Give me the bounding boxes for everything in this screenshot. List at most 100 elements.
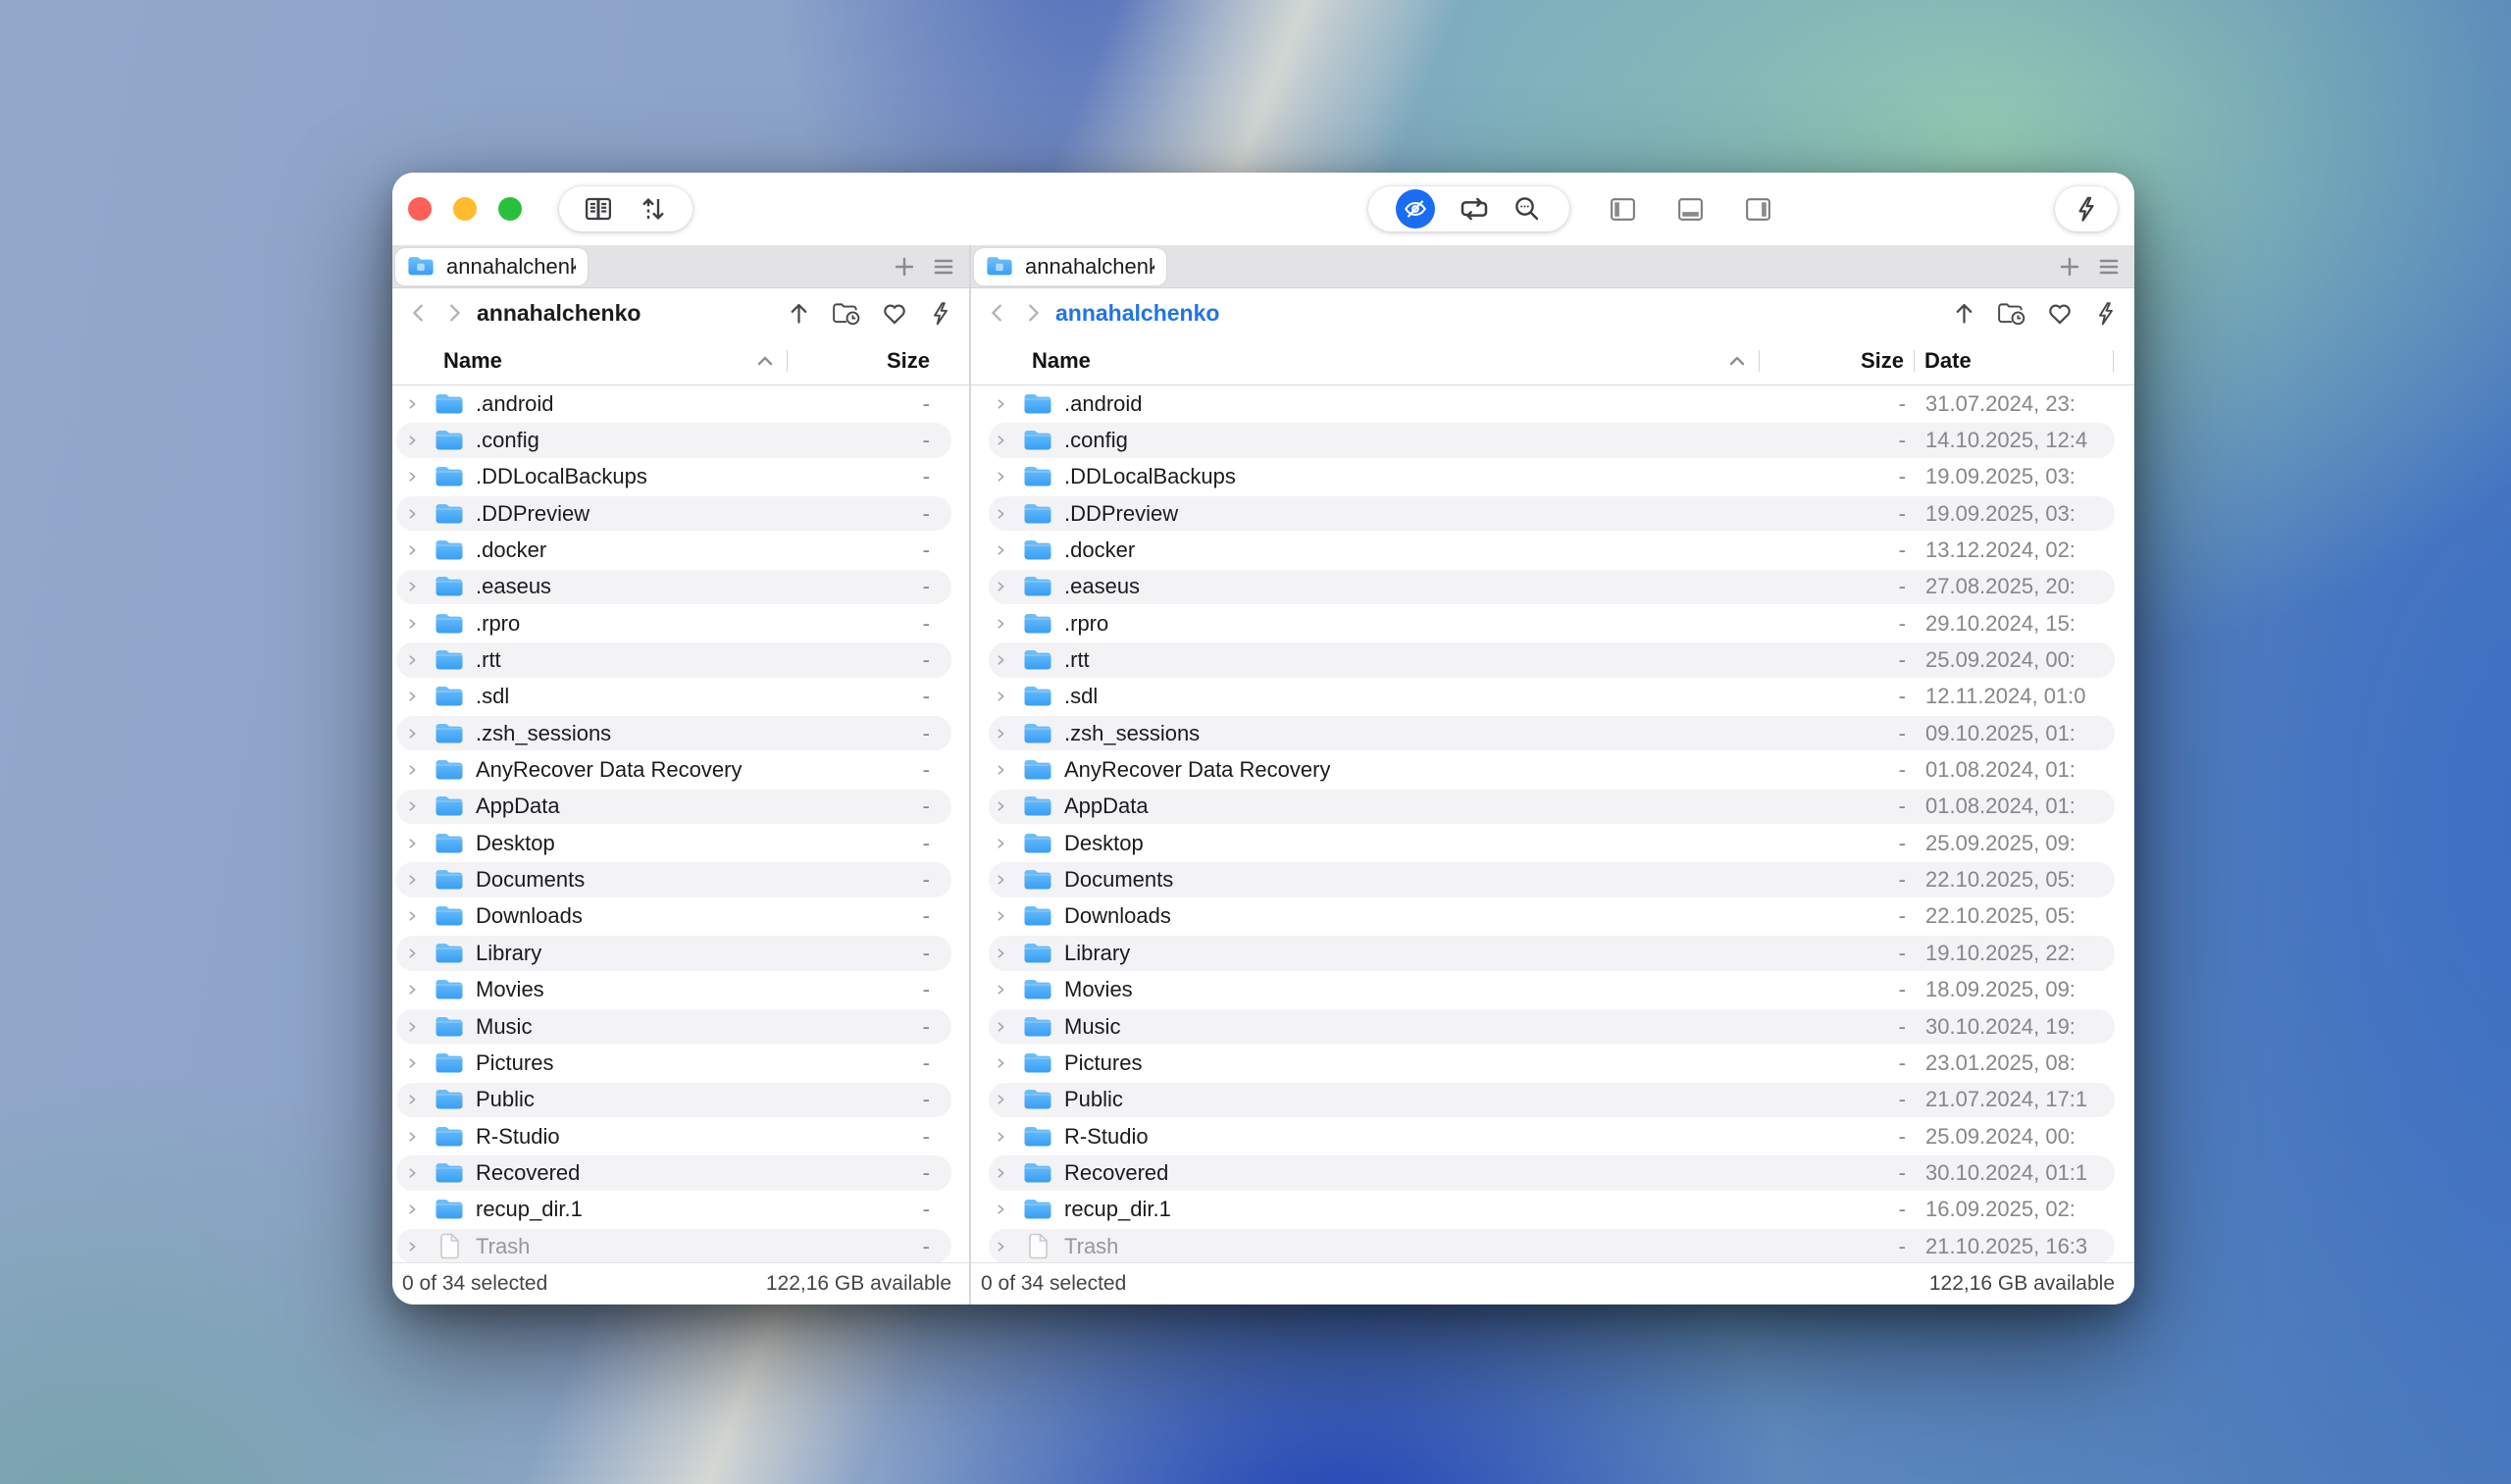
column-size[interactable]: Size [788, 348, 930, 374]
disclosure-chevron-icon[interactable] [995, 1092, 1007, 1107]
disclosure-chevron-icon[interactable] [406, 579, 419, 594]
new-tab-plus-icon[interactable] [2058, 255, 2081, 279]
favorites-heart-icon[interactable] [881, 300, 908, 327]
file-row[interactable]: Pictures - [392, 1045, 969, 1081]
panel-right-icon[interactable] [1743, 194, 1773, 225]
disclosure-chevron-icon[interactable] [406, 1092, 419, 1107]
file-row[interactable]: Desktop - 25.09.2025, 09: [971, 825, 2134, 861]
disclosure-chevron-icon[interactable] [406, 836, 419, 851]
file-row[interactable]: .rtt - [392, 641, 969, 678]
repeat-icon[interactable] [1459, 193, 1490, 225]
disclosure-chevron-icon[interactable] [995, 1055, 1007, 1071]
file-row[interactable]: Desktop - [392, 825, 969, 861]
search-options-icon[interactable] [1512, 194, 1542, 224]
column-name[interactable]: Name [392, 348, 755, 374]
file-row[interactable]: AppData - [392, 789, 969, 825]
disclosure-chevron-icon[interactable] [406, 469, 419, 485]
file-row[interactable]: .zsh_sessions - [392, 715, 969, 751]
file-row[interactable]: .config - [392, 422, 969, 458]
file-row[interactable]: Music - 30.10.2024, 19: [971, 1008, 2134, 1045]
disclosure-chevron-icon[interactable] [406, 726, 419, 742]
file-row[interactable]: Documents - [392, 861, 969, 897]
file-row[interactable]: .rtt - 25.09.2024, 00: [971, 641, 2134, 678]
column-name[interactable]: Name [971, 348, 1727, 374]
disclosure-chevron-icon[interactable] [406, 506, 419, 522]
file-row[interactable]: recup_dir.1 - 16.09.2025, 02: [971, 1192, 2134, 1228]
column-size[interactable]: Size [1760, 348, 1914, 374]
file-row[interactable]: AnyRecover Data Recovery - 01.08.2024, 0… [971, 751, 2134, 788]
file-row[interactable]: Movies - 18.09.2025, 09: [971, 972, 2134, 1008]
file-row[interactable]: Downloads - 22.10.2025, 05: [971, 898, 2134, 935]
file-row[interactable]: recup_dir.1 - [392, 1192, 969, 1228]
file-row[interactable]: .zsh_sessions - 09.10.2025, 01: [971, 715, 2134, 751]
disclosure-chevron-icon[interactable] [995, 506, 1007, 522]
disclosure-chevron-icon[interactable] [995, 579, 1007, 594]
minimize-button[interactable] [453, 197, 477, 221]
disclosure-chevron-icon[interactable] [995, 1129, 1007, 1145]
disclosure-chevron-icon[interactable] [406, 762, 419, 778]
disclosure-chevron-icon[interactable] [995, 982, 1007, 998]
file-row[interactable]: .DDLocalBackups - 19.09.2025, 03: [971, 459, 2134, 495]
disclosure-chevron-icon[interactable] [995, 469, 1007, 485]
quick-actions-lightning-icon[interactable] [2093, 300, 2119, 327]
file-row[interactable]: Recovered - [392, 1154, 969, 1191]
file-row[interactable]: .DDPreview - [392, 495, 969, 532]
file-row[interactable]: .rpro - 29.10.2024, 15: [971, 605, 2134, 641]
recent-folders-icon[interactable] [1997, 300, 2026, 327]
favorites-heart-icon[interactable] [2046, 300, 2074, 327]
disclosure-chevron-icon[interactable] [406, 946, 419, 961]
disclosure-chevron-icon[interactable] [406, 1055, 419, 1071]
file-row[interactable]: R-Studio - 25.09.2024, 00: [971, 1118, 2134, 1154]
file-row[interactable]: .easeus - 27.08.2025, 20: [971, 569, 2134, 605]
file-row[interactable]: Downloads - [392, 898, 969, 935]
disclosure-chevron-icon[interactable] [995, 542, 1007, 558]
file-row[interactable]: .config - 14.10.2025, 12:4 [971, 422, 2134, 458]
current-folder-title[interactable]: annahalchenko [1055, 300, 1219, 327]
disclosure-chevron-icon[interactable] [995, 689, 1007, 704]
file-row[interactable]: Trash - 21.10.2025, 16:3 [971, 1228, 2134, 1262]
file-row[interactable]: Recovered - 30.10.2024, 01:1 [971, 1154, 2134, 1191]
file-row[interactable]: .DDLocalBackups - [392, 459, 969, 495]
tab-annahalchenko[interactable]: annahalchenko [395, 248, 588, 285]
file-row[interactable]: Trash - [392, 1228, 969, 1262]
disclosure-chevron-icon[interactable] [406, 798, 419, 814]
zoom-button[interactable] [498, 197, 522, 221]
sort-order-icon[interactable] [639, 194, 668, 224]
disclosure-chevron-icon[interactable] [995, 433, 1007, 448]
disclosure-chevron-icon[interactable] [995, 1202, 1007, 1217]
file-row[interactable]: Library - 19.10.2025, 22: [971, 935, 2134, 971]
file-row[interactable]: Pictures - 23.01.2025, 08: [971, 1045, 2134, 1081]
tab-list-icon[interactable] [2097, 255, 2121, 279]
disclosure-chevron-icon[interactable] [406, 872, 419, 888]
forward-icon[interactable] [1022, 300, 1044, 326]
disclosure-chevron-icon[interactable] [406, 1239, 419, 1254]
file-row[interactable]: Public - [392, 1082, 969, 1118]
tab-list-icon[interactable] [932, 255, 955, 279]
disclosure-chevron-icon[interactable] [406, 1202, 419, 1217]
panel-left-icon[interactable] [1608, 194, 1638, 225]
close-button[interactable] [408, 197, 432, 221]
panel-bottom-icon[interactable] [1675, 194, 1706, 225]
forward-icon[interactable] [443, 300, 465, 326]
back-icon[interactable] [408, 300, 430, 326]
disclosure-chevron-icon[interactable] [995, 1165, 1007, 1181]
disclosure-chevron-icon[interactable] [995, 836, 1007, 851]
disclosure-chevron-icon[interactable] [406, 982, 419, 998]
quick-actions-lightning-icon[interactable] [928, 300, 953, 327]
disclosure-chevron-icon[interactable] [995, 1019, 1007, 1035]
file-row[interactable]: Music - [392, 1008, 969, 1045]
hidden-files-toggle[interactable] [1396, 189, 1435, 229]
disclosure-chevron-icon[interactable] [995, 616, 1007, 632]
disclosure-chevron-icon[interactable] [995, 652, 1007, 668]
file-row[interactable]: AppData - 01.08.2024, 01: [971, 789, 2134, 825]
file-row[interactable]: AnyRecover Data Recovery - [392, 751, 969, 788]
file-row[interactable]: Movies - [392, 972, 969, 1008]
disclosure-chevron-icon[interactable] [406, 1165, 419, 1181]
file-row[interactable]: .android - 31.07.2024, 23: [971, 385, 2134, 422]
go-up-icon[interactable] [1951, 300, 1977, 327]
disclosure-chevron-icon[interactable] [406, 652, 419, 668]
tab-annahalchenko[interactable]: annahalchenko [974, 248, 1166, 285]
go-up-icon[interactable] [786, 300, 812, 327]
lightning-icon[interactable] [2073, 195, 2100, 223]
disclosure-chevron-icon[interactable] [995, 872, 1007, 888]
